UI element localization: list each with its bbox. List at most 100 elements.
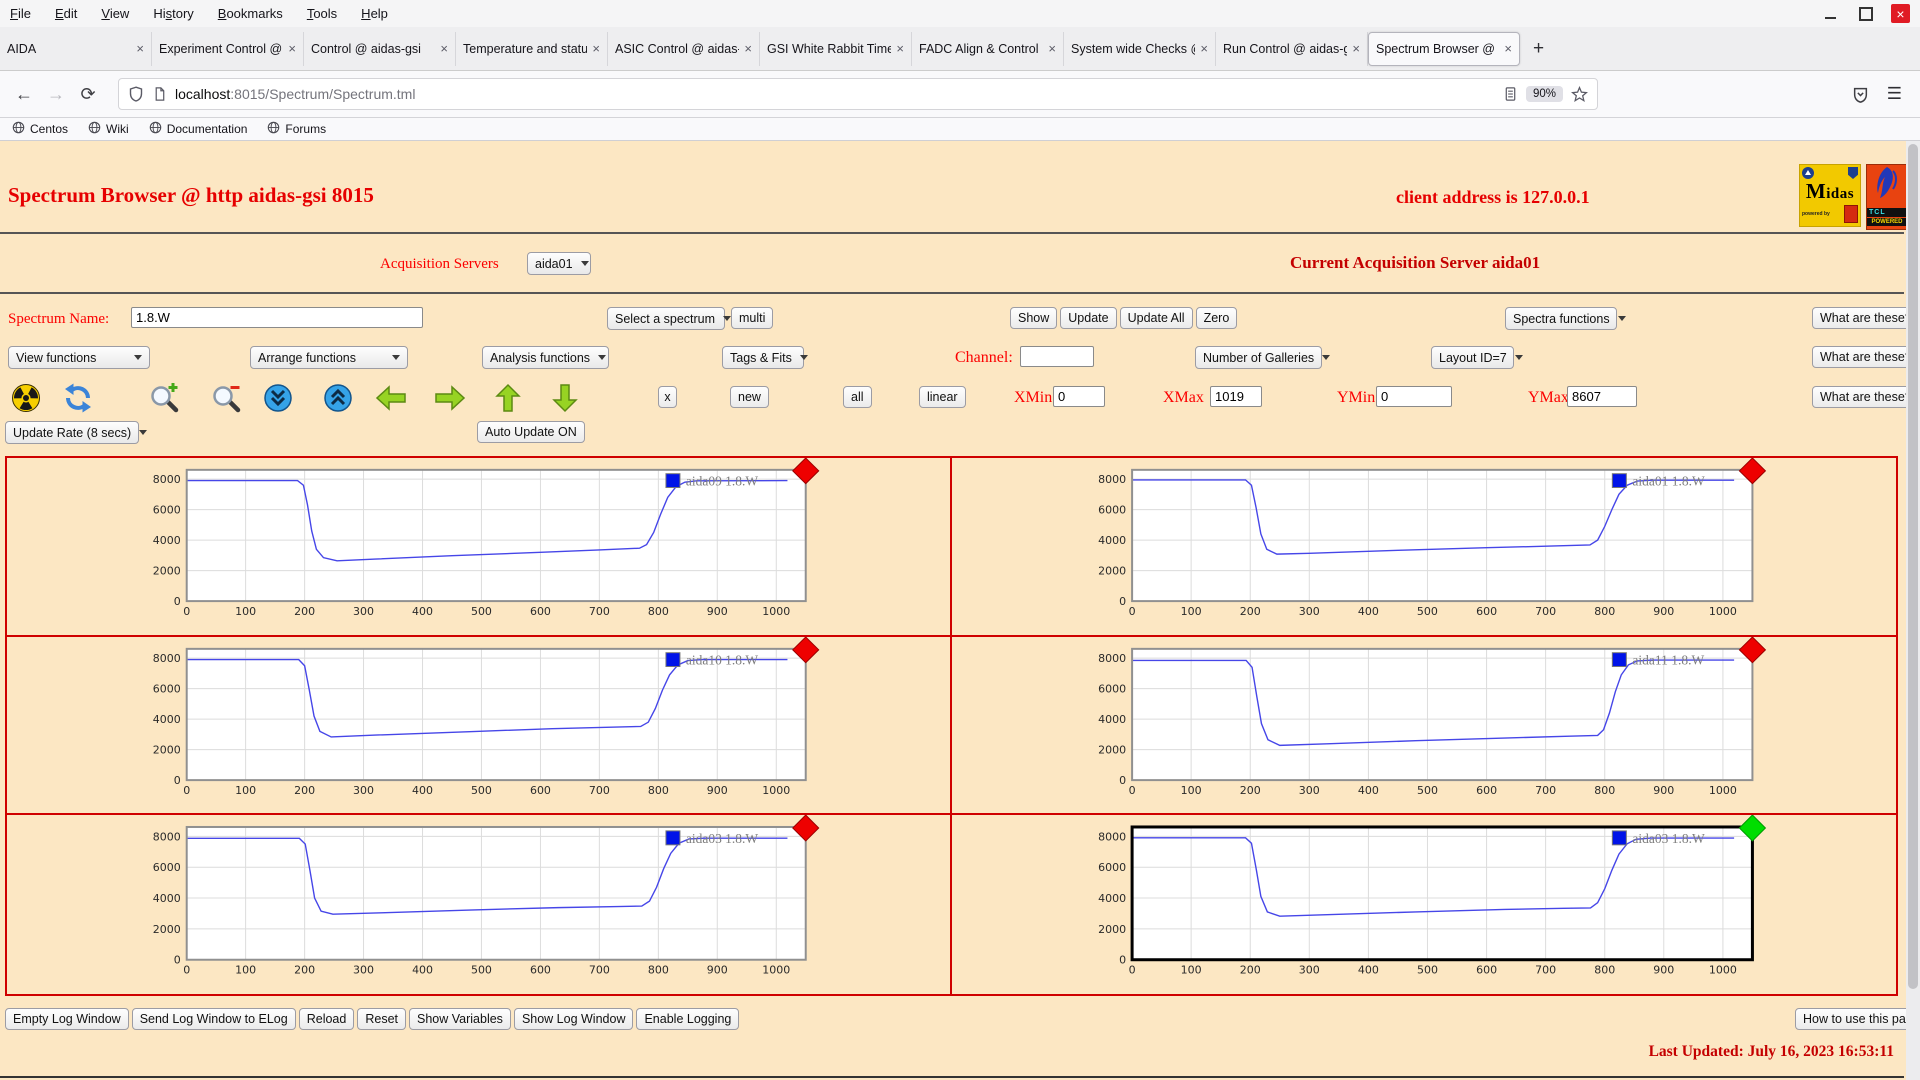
browser-tab[interactable]: GSI White Rabbit Times × [760, 31, 912, 66]
browser-tab[interactable]: ASIC Control @ aidas-g × [608, 31, 760, 66]
xmin-input[interactable] [1053, 386, 1105, 407]
spectrum-chart[interactable]: 0 100 200 300 400 500 600 700 800 900 1000 0 2000 400… [952, 815, 1897, 994]
ymin-input[interactable] [1376, 386, 1452, 407]
menu-tools[interactable]: Tools [307, 6, 337, 21]
forward-button[interactable]: → [40, 84, 72, 105]
back-button[interactable]: ← [8, 84, 40, 105]
bookmark-star-icon[interactable] [1571, 85, 1588, 103]
new-tab-button[interactable]: + [1520, 38, 1557, 60]
browser-tab[interactable]: AIDA × [0, 31, 152, 66]
spectrum-chart-cell[interactable]: 0 100 200 300 400 500 600 700 800 900 1000 0 2000 400… [951, 458, 1897, 637]
menu-file[interactable]: File [10, 6, 31, 21]
x-button[interactable]: x [658, 386, 677, 408]
new-button[interactable]: new [730, 386, 769, 408]
arrow-right-icon[interactable] [434, 382, 466, 414]
menu-edit[interactable]: Edit [55, 6, 77, 21]
arrow-left-icon[interactable] [375, 382, 407, 414]
url-text[interactable]: localhost:8015/Spectrum/Spectrum.tml [175, 86, 1495, 102]
update-all-button[interactable]: Update All [1119, 307, 1193, 329]
bookmark-forums[interactable]: Forums [267, 121, 326, 137]
arrange-functions-dropdown[interactable]: Arrange functions [250, 346, 408, 369]
collapse-down-icon[interactable] [262, 382, 294, 414]
maximize-button[interactable] [1856, 4, 1875, 23]
browser-tab[interactable]: FADC Align & Control @ × [912, 31, 1064, 66]
zoom-in-icon[interactable] [148, 382, 180, 414]
tab-close-icon[interactable]: × [1352, 41, 1360, 56]
analysis-functions-dropdown[interactable]: Analysis functions [482, 346, 609, 369]
spectrum-chart-cell[interactable]: 0 100 200 300 400 500 600 700 800 900 1000 0 2000 400… [7, 458, 952, 637]
spectrum-chart-cell[interactable]: 0 100 200 300 400 500 600 700 800 900 1000 0 2000 400… [7, 815, 952, 994]
enable-logging-button[interactable]: Enable Logging [636, 1008, 740, 1030]
number-of-galleries-dropdown[interactable]: Number of Galleries [1195, 346, 1331, 369]
empty-log-window-button[interactable]: Empty Log Window [5, 1008, 129, 1030]
multi-button[interactable]: multi [731, 307, 774, 329]
browser-tab-active[interactable]: Spectrum Browser @ a × [1368, 31, 1520, 66]
tab-close-icon[interactable]: × [744, 41, 752, 56]
what-are-these-button[interactable]: What are these? [1812, 386, 1920, 408]
acquisition-server-select[interactable]: aida01 [527, 252, 591, 275]
bookmark-centos[interactable]: Centos [12, 121, 68, 137]
bookmark-documentation[interactable]: Documentation [149, 121, 247, 137]
menu-bookmarks[interactable]: Bookmarks [218, 6, 283, 21]
arrow-up-icon[interactable] [492, 382, 524, 414]
zero-button[interactable]: Zero [1195, 307, 1238, 329]
layout-id-dropdown[interactable]: Layout ID=7 [1431, 346, 1523, 369]
all-button[interactable]: all [843, 386, 872, 408]
tracking-shield-icon[interactable] [128, 86, 144, 102]
update-button[interactable]: Update [1060, 307, 1117, 329]
spectrum-chart[interactable]: 0 100 200 300 400 500 600 700 800 900 1000 0 2000 400… [7, 815, 950, 994]
extension-shield-icon[interactable] [1852, 86, 1869, 103]
reset-button[interactable]: Reset [357, 1008, 406, 1030]
tab-close-icon[interactable]: × [592, 41, 600, 56]
tags-fits-dropdown[interactable]: Tags & Fits [722, 346, 808, 369]
browser-tab[interactable]: Run Control @ aidas-gsi × [1216, 31, 1368, 66]
minimize-button[interactable] [1821, 4, 1840, 23]
what-are-these-button[interactable]: What are these? [1812, 346, 1920, 368]
menu-help[interactable]: Help [361, 6, 388, 21]
tab-close-icon[interactable]: × [136, 41, 144, 56]
tab-close-icon[interactable]: × [440, 41, 448, 56]
url-bar[interactable]: localhost:8015/Spectrum/Spectrum.tml 90% [118, 78, 1598, 110]
reload-button[interactable]: ⟳ [72, 84, 104, 105]
app-menu-icon[interactable]: ☰ [1887, 84, 1902, 104]
linear-button[interactable]: linear [919, 386, 966, 408]
zoom-level-badge[interactable]: 90% [1525, 86, 1563, 102]
reload-button[interactable]: Reload [298, 1008, 355, 1030]
menu-history[interactable]: History [153, 6, 193, 21]
browser-tab[interactable]: Temperature and status × [456, 31, 608, 66]
tab-close-icon[interactable]: × [288, 41, 296, 56]
page-scrollbar[interactable] [1906, 141, 1920, 1080]
tab-close-icon[interactable]: × [1504, 41, 1512, 56]
spectrum-chart[interactable]: 0 100 200 300 400 500 600 700 800 900 1000 0 2000 400… [952, 636, 1897, 814]
how-to-use-button[interactable]: How to use this page [1795, 1008, 1920, 1030]
menu-view[interactable]: View [101, 6, 129, 21]
refresh-icon[interactable] [62, 382, 94, 414]
scrollbar-thumb[interactable] [1908, 144, 1918, 989]
reader-mode-icon[interactable] [1503, 86, 1518, 102]
spectra-functions-dropdown[interactable]: Spectra functions [1505, 307, 1626, 330]
tab-close-icon[interactable]: × [1200, 41, 1208, 56]
browser-tab[interactable]: Experiment Control @ a × [152, 31, 304, 66]
spectrum-chart-cell[interactable]: 0 100 200 300 400 500 600 700 800 900 1000 0 2000 400… [951, 636, 1897, 816]
expand-up-icon[interactable] [322, 382, 354, 414]
show-variables-button[interactable]: Show Variables [409, 1008, 511, 1030]
arrow-down-icon[interactable] [549, 382, 581, 414]
auto-update-button[interactable]: Auto Update ON [477, 421, 585, 443]
page-info-icon[interactable] [152, 86, 167, 102]
browser-tab[interactable]: Control @ aidas-gsi × [304, 31, 456, 66]
browser-tab[interactable]: System wide Checks @ × [1064, 31, 1216, 66]
zoom-out-icon[interactable] [210, 382, 242, 414]
spectrum-chart[interactable]: 0 100 200 300 400 500 600 700 800 900 1000 0 2000 400… [7, 636, 950, 814]
view-functions-dropdown[interactable]: View functions [8, 346, 150, 369]
spectrum-chart-cell[interactable]: 0 100 200 300 400 500 600 700 800 900 1000 0 2000 400… [7, 636, 952, 816]
xmax-input[interactable] [1210, 386, 1262, 407]
spectrum-chart[interactable]: 0 100 200 300 400 500 600 700 800 900 1000 0 2000 400… [952, 458, 1897, 635]
send-log-window-to-elog-button[interactable]: Send Log Window to ELog [131, 1008, 296, 1030]
tab-close-icon[interactable]: × [1048, 41, 1056, 56]
bookmark-wiki[interactable]: Wiki [88, 121, 129, 137]
show-button[interactable]: Show [1010, 307, 1058, 329]
radiation-icon[interactable] [10, 382, 42, 414]
spectrum-chart[interactable]: 0 100 200 300 400 500 600 700 800 900 1000 0 2000 400… [7, 458, 950, 635]
select-spectrum-dropdown[interactable]: Select a spectrum [607, 307, 732, 330]
spectrum-chart-cell[interactable]: 0 100 200 300 400 500 600 700 800 900 1000 0 2000 400… [952, 815, 1897, 994]
